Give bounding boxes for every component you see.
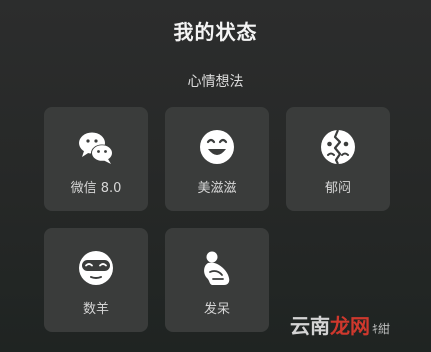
smiley-face-icon	[200, 130, 234, 164]
tile-label: 美滋滋	[197, 181, 237, 196]
watermark-text-part2: 龙网	[330, 314, 370, 338]
tile-label: 发呆	[203, 302, 230, 317]
status-tile-gloomy[interactable]: 郁闷	[286, 107, 390, 211]
watermark-text-part1: 云南	[290, 314, 330, 338]
watermark-text-part3: ｷ紺	[372, 322, 391, 336]
status-screen: 我的状态 心情想法 微信 8.0 美滋滋 郁闷 数羊 发呆 云南龙网 ｷ紺	[0, 0, 431, 352]
watermark-logo: 云南龙网 ｷ紺	[290, 310, 390, 339]
tile-label: 数羊	[82, 302, 109, 317]
wechat-bubbles-icon	[79, 132, 113, 164]
status-tile-happy[interactable]: 美滋滋	[165, 107, 269, 211]
tile-label: 郁闷	[324, 181, 351, 196]
page-title: 我的状态	[173, 20, 258, 44]
status-tile-daze[interactable]: 发呆	[165, 228, 269, 332]
tile-label: 微信 8.0	[70, 181, 122, 196]
cracked-face-icon	[321, 129, 355, 165]
section-title-mood: 心情想法	[187, 74, 244, 90]
status-tile-wechat[interactable]: 微信 8.0	[44, 107, 148, 211]
status-tile-counting-sheep[interactable]: 数羊	[44, 228, 148, 332]
sleep-mask-face-icon	[79, 251, 113, 285]
crouching-figure-icon	[204, 251, 230, 285]
